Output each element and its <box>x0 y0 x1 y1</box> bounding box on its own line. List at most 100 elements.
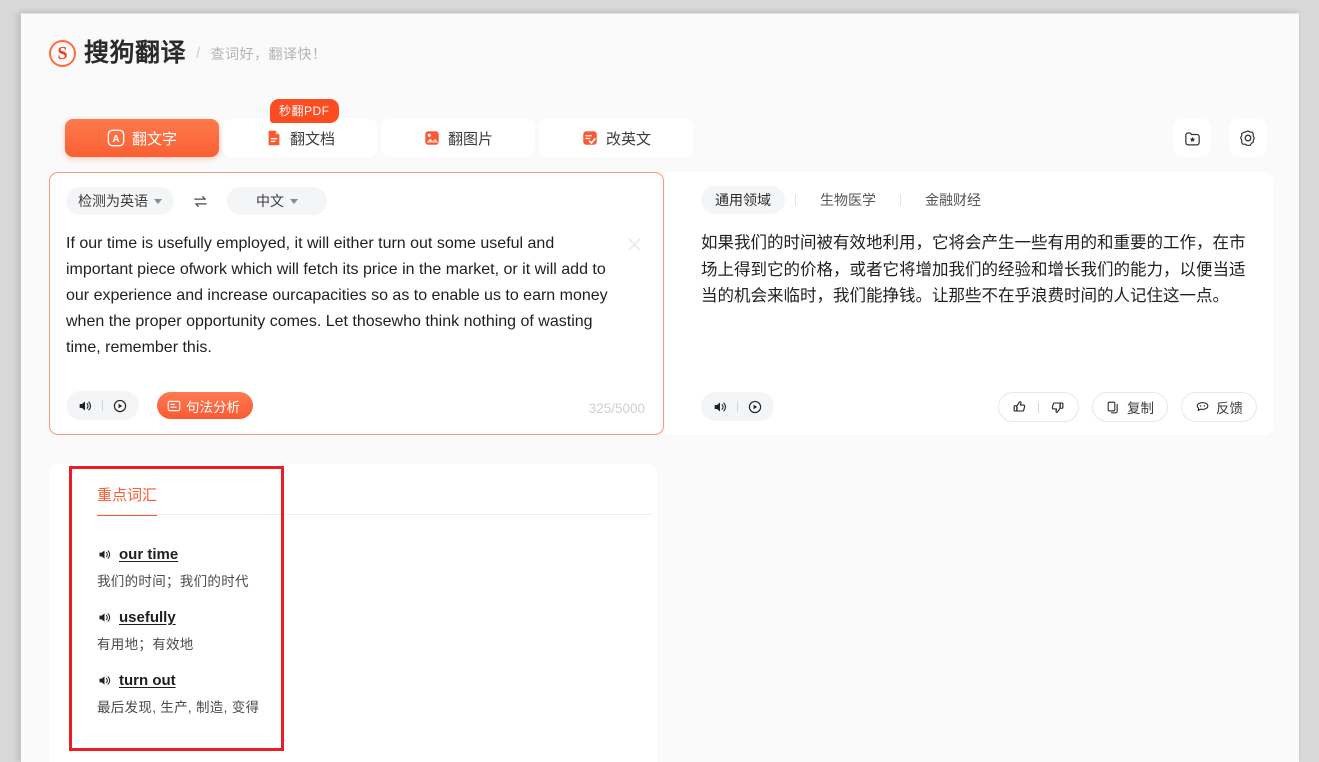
copy-button[interactable]: 复制 <box>1092 392 1168 422</box>
target-language-select[interactable]: 中文 <box>227 187 327 215</box>
domain-divider <box>795 194 796 206</box>
logo-letter: S <box>57 43 68 63</box>
target-audio-group <box>701 392 774 421</box>
speaker-icon <box>99 613 111 622</box>
brand-separator: / <box>196 44 201 62</box>
vocabulary-speak-button[interactable] <box>97 610 112 625</box>
speaker-icon <box>79 401 91 410</box>
vocabulary-word[interactable]: our time <box>119 546 178 563</box>
edit-check-icon <box>583 131 597 145</box>
target-language-label: 中文 <box>256 193 284 209</box>
header-actions <box>1173 119 1267 157</box>
tab-translate-document[interactable]: 翻文档 <box>223 119 377 157</box>
source-panel: 检测为英语 中文 If our time is usefully employe… <box>49 172 664 435</box>
target-speak-button[interactable] <box>712 399 728 415</box>
target-actions: 复制 反馈 <box>998 392 1257 422</box>
syntax-analysis-button[interactable]: 句法分析 <box>157 392 253 419</box>
settings-button[interactable] <box>1229 119 1267 157</box>
source-tools: 句法分析 <box>66 391 253 420</box>
favorites-button[interactable] <box>1173 119 1211 157</box>
vocabulary-divider <box>97 514 653 515</box>
list-item: turn out 最后发现, 生产, 制造, 变得 <box>97 672 617 716</box>
vocabulary-word[interactable]: usefully <box>119 609 176 626</box>
domain-tab-biomedical[interactable]: 生物医学 <box>806 186 890 214</box>
thumbs-down-icon <box>1051 402 1064 413</box>
domain-label: 生物医学 <box>820 192 876 208</box>
tab-label: 翻文字 <box>131 130 177 148</box>
syntax-analysis-label: 句法分析 <box>186 399 240 415</box>
domain-tab-general[interactable]: 通用领域 <box>701 186 785 214</box>
vocabulary-word-row: turn out <box>97 672 617 689</box>
source-language-label: 检测为英语 <box>78 193 148 209</box>
vocabulary-word[interactable]: turn out <box>119 672 176 689</box>
svg-text:A: A <box>112 134 119 145</box>
tab-label: 翻文档 <box>289 130 335 148</box>
domain-tabs: 通用领域 生物医学 金融财经 <box>701 186 995 214</box>
feedback-label: 反馈 <box>1216 401 1243 416</box>
tool-divider <box>102 400 103 411</box>
tab-improve-english[interactable]: 改英文 <box>539 119 693 157</box>
chevron-down-icon <box>290 198 298 204</box>
target-slow-speak-button[interactable] <box>747 399 763 415</box>
domain-label: 金融财经 <box>925 192 981 208</box>
target-text: 如果我们的时间被有效地利用，它将会产生一些有用的和重要的工作，在市场上得到它的价… <box>701 234 1246 305</box>
vocabulary-definition: 我们的时间；我们的时代 <box>97 574 249 589</box>
list-item: usefully 有用地；有效地 <box>97 609 617 653</box>
copy-icon <box>1107 401 1118 413</box>
tool-divider <box>737 401 738 412</box>
tab-translate-image[interactable]: 翻图片 <box>381 119 535 157</box>
swap-arrows-icon <box>194 195 207 207</box>
brand[interactable]: S 搜狗翻译 / 查词好，翻译快！ <box>49 40 326 67</box>
clear-source-button[interactable] <box>626 236 643 258</box>
thumbs-up-icon <box>1013 401 1026 412</box>
rating-group <box>998 392 1079 422</box>
translation-page: S 搜狗翻译 / 查词好，翻译快！ 秒翻PDF A 翻文字 翻文档 翻图片 改英… <box>21 14 1299 762</box>
domain-divider <box>900 194 901 206</box>
mode-tabs: A 翻文字 翻文档 翻图片 改英文 <box>65 119 697 157</box>
slow-play-icon <box>748 400 762 413</box>
vocabulary-definition: 最后发现, 生产, 制造, 变得 <box>97 700 260 715</box>
translation-panels: 检测为英语 中文 If our time is usefully employe… <box>49 172 1273 435</box>
tab-label: 翻图片 <box>447 130 493 148</box>
browser-window: S 搜狗翻译 / 查词好，翻译快！ 秒翻PDF A 翻文字 翻文档 翻图片 改英… <box>20 13 1299 762</box>
tool-divider <box>1038 401 1039 413</box>
vocabulary-definition: 有用地；有效地 <box>97 637 194 652</box>
vocabulary-word-row: usefully <box>97 609 617 626</box>
pdf-promo-badge[interactable]: 秒翻PDF <box>270 99 339 123</box>
tab-key-vocabulary[interactable]: 重点词汇 <box>97 484 158 516</box>
character-counter: 325/5000 <box>588 401 645 416</box>
copy-label: 复制 <box>1127 401 1154 416</box>
brand-name: 搜狗翻译 <box>84 39 187 67</box>
brand-slogan: 查词好，翻译快！ <box>210 45 327 62</box>
thumbs-up-button[interactable] <box>1012 399 1028 415</box>
speaker-icon <box>99 676 111 685</box>
source-audio-group <box>66 391 139 420</box>
source-slow-speak-button[interactable] <box>112 398 128 414</box>
thumbs-down-button[interactable] <box>1049 399 1065 415</box>
target-panel: 通用领域 生物医学 金融财经 如果我们的时间被有效地利用，它将会产生一些有用的和… <box>685 172 1273 435</box>
domain-tab-finance[interactable]: 金融财经 <box>911 186 995 214</box>
target-tools <box>701 392 774 421</box>
vocabulary-speak-button[interactable] <box>97 547 112 562</box>
vocabulary-word-row: our time <box>97 546 617 563</box>
list-item: our time 我们的时间；我们的时代 <box>97 546 617 590</box>
feedback-icon <box>1196 401 1209 411</box>
chevron-down-icon <box>154 198 162 204</box>
gear-icon <box>1239 130 1255 146</box>
tab-label: 改英文 <box>605 130 651 148</box>
domain-label: 通用领域 <box>715 192 771 208</box>
syntax-icon <box>167 400 181 411</box>
letter-a-icon: A <box>107 129 125 147</box>
tab-translate-text[interactable]: A 翻文字 <box>65 119 219 157</box>
vocabulary-speak-button[interactable] <box>97 673 112 688</box>
source-language-select[interactable]: 检测为英语 <box>66 187 174 215</box>
source-speak-button[interactable] <box>77 398 93 414</box>
vocabulary-panel: 重点词汇 our time 我们的时间；我们的时代 usefully 有用地；有… <box>49 464 657 762</box>
speaker-icon <box>99 550 111 559</box>
star-folder-icon <box>1184 131 1200 145</box>
feedback-button[interactable]: 反馈 <box>1181 392 1257 422</box>
swap-languages-button[interactable] <box>192 193 209 210</box>
close-icon <box>628 238 641 251</box>
source-text[interactable]: If our time is usefully employed, it wil… <box>66 231 614 361</box>
document-icon <box>268 130 280 146</box>
